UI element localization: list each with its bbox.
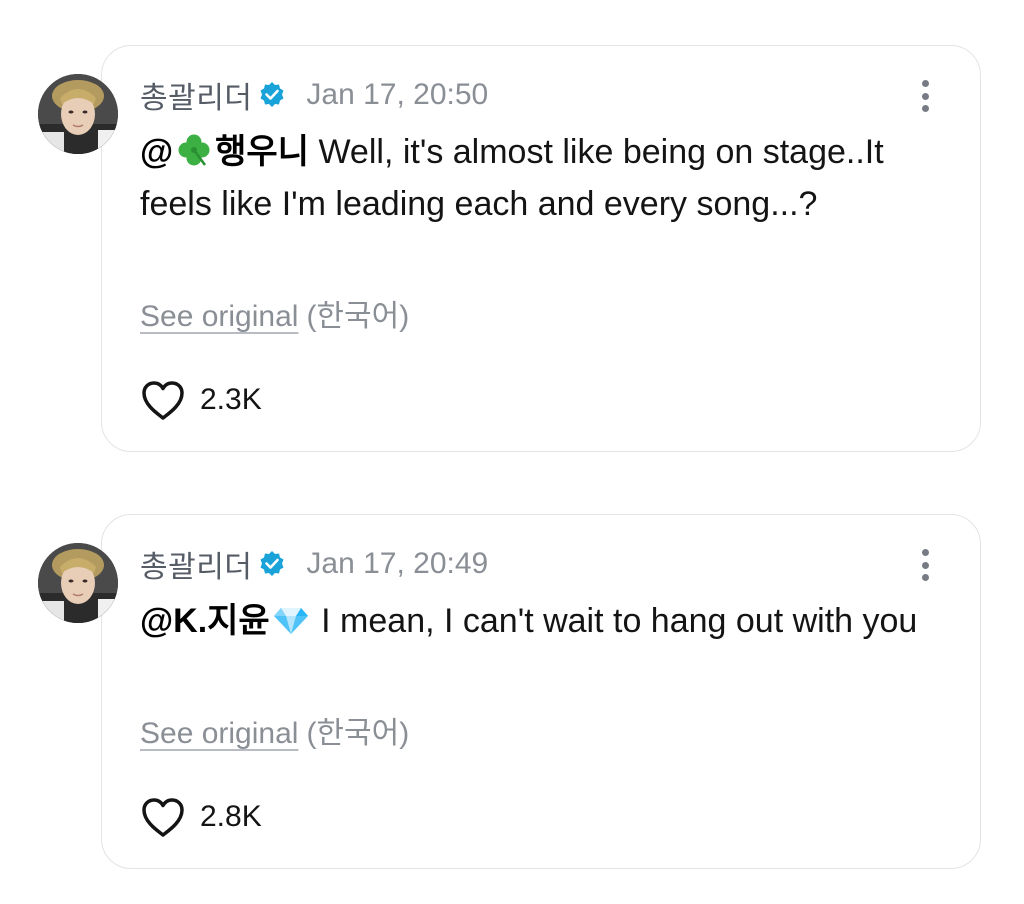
verified-badge-icon xyxy=(258,550,286,578)
mention[interactable]: @ 행우니 xyxy=(140,133,309,171)
more-options-icon[interactable] xyxy=(917,545,933,585)
like-row: 2.8K xyxy=(140,795,262,839)
translation-note: See original (한국어) xyxy=(140,297,409,337)
post-header: 총괄리더 Jan 17, 20:50 xyxy=(140,75,488,115)
post-text: @K.지윤 I mean, I can't wait to hang out w… xyxy=(140,595,940,647)
verified-badge-icon xyxy=(258,81,286,109)
avatar-image xyxy=(38,74,118,154)
username[interactable]: 총괄리더 xyxy=(140,73,252,117)
username[interactable]: 총괄리더 xyxy=(140,542,252,586)
avatar[interactable] xyxy=(38,74,118,154)
mention[interactable]: @K.지윤 xyxy=(140,602,312,640)
like-row: 2.3K xyxy=(140,378,262,422)
avatar-image xyxy=(38,543,118,623)
timestamp: Jan 17, 20:49 xyxy=(306,547,489,580)
like-count: 2.3K xyxy=(200,383,262,416)
four-leaf-clover-icon xyxy=(175,131,213,169)
post-text: @ 행우니 Well, it's almost like being on st… xyxy=(140,126,940,230)
timestamp: Jan 17, 20:50 xyxy=(306,78,489,111)
translation-note: See original (한국어) xyxy=(140,714,409,754)
avatar[interactable] xyxy=(38,543,118,623)
gem-icon xyxy=(272,600,310,638)
post-body: I mean, I can't wait to hang out with yo… xyxy=(311,602,918,640)
see-original-link[interactable]: See original xyxy=(140,300,298,333)
see-original-link[interactable]: See original xyxy=(140,717,298,750)
heart-icon[interactable] xyxy=(140,796,186,838)
post-header: 총괄리더 Jan 17, 20:49 xyxy=(140,544,488,584)
like-count: 2.8K xyxy=(200,800,262,833)
heart-icon[interactable] xyxy=(140,379,186,421)
original-language: (한국어) xyxy=(306,717,410,750)
original-language: (한국어) xyxy=(306,300,410,333)
more-options-icon[interactable] xyxy=(917,76,933,116)
